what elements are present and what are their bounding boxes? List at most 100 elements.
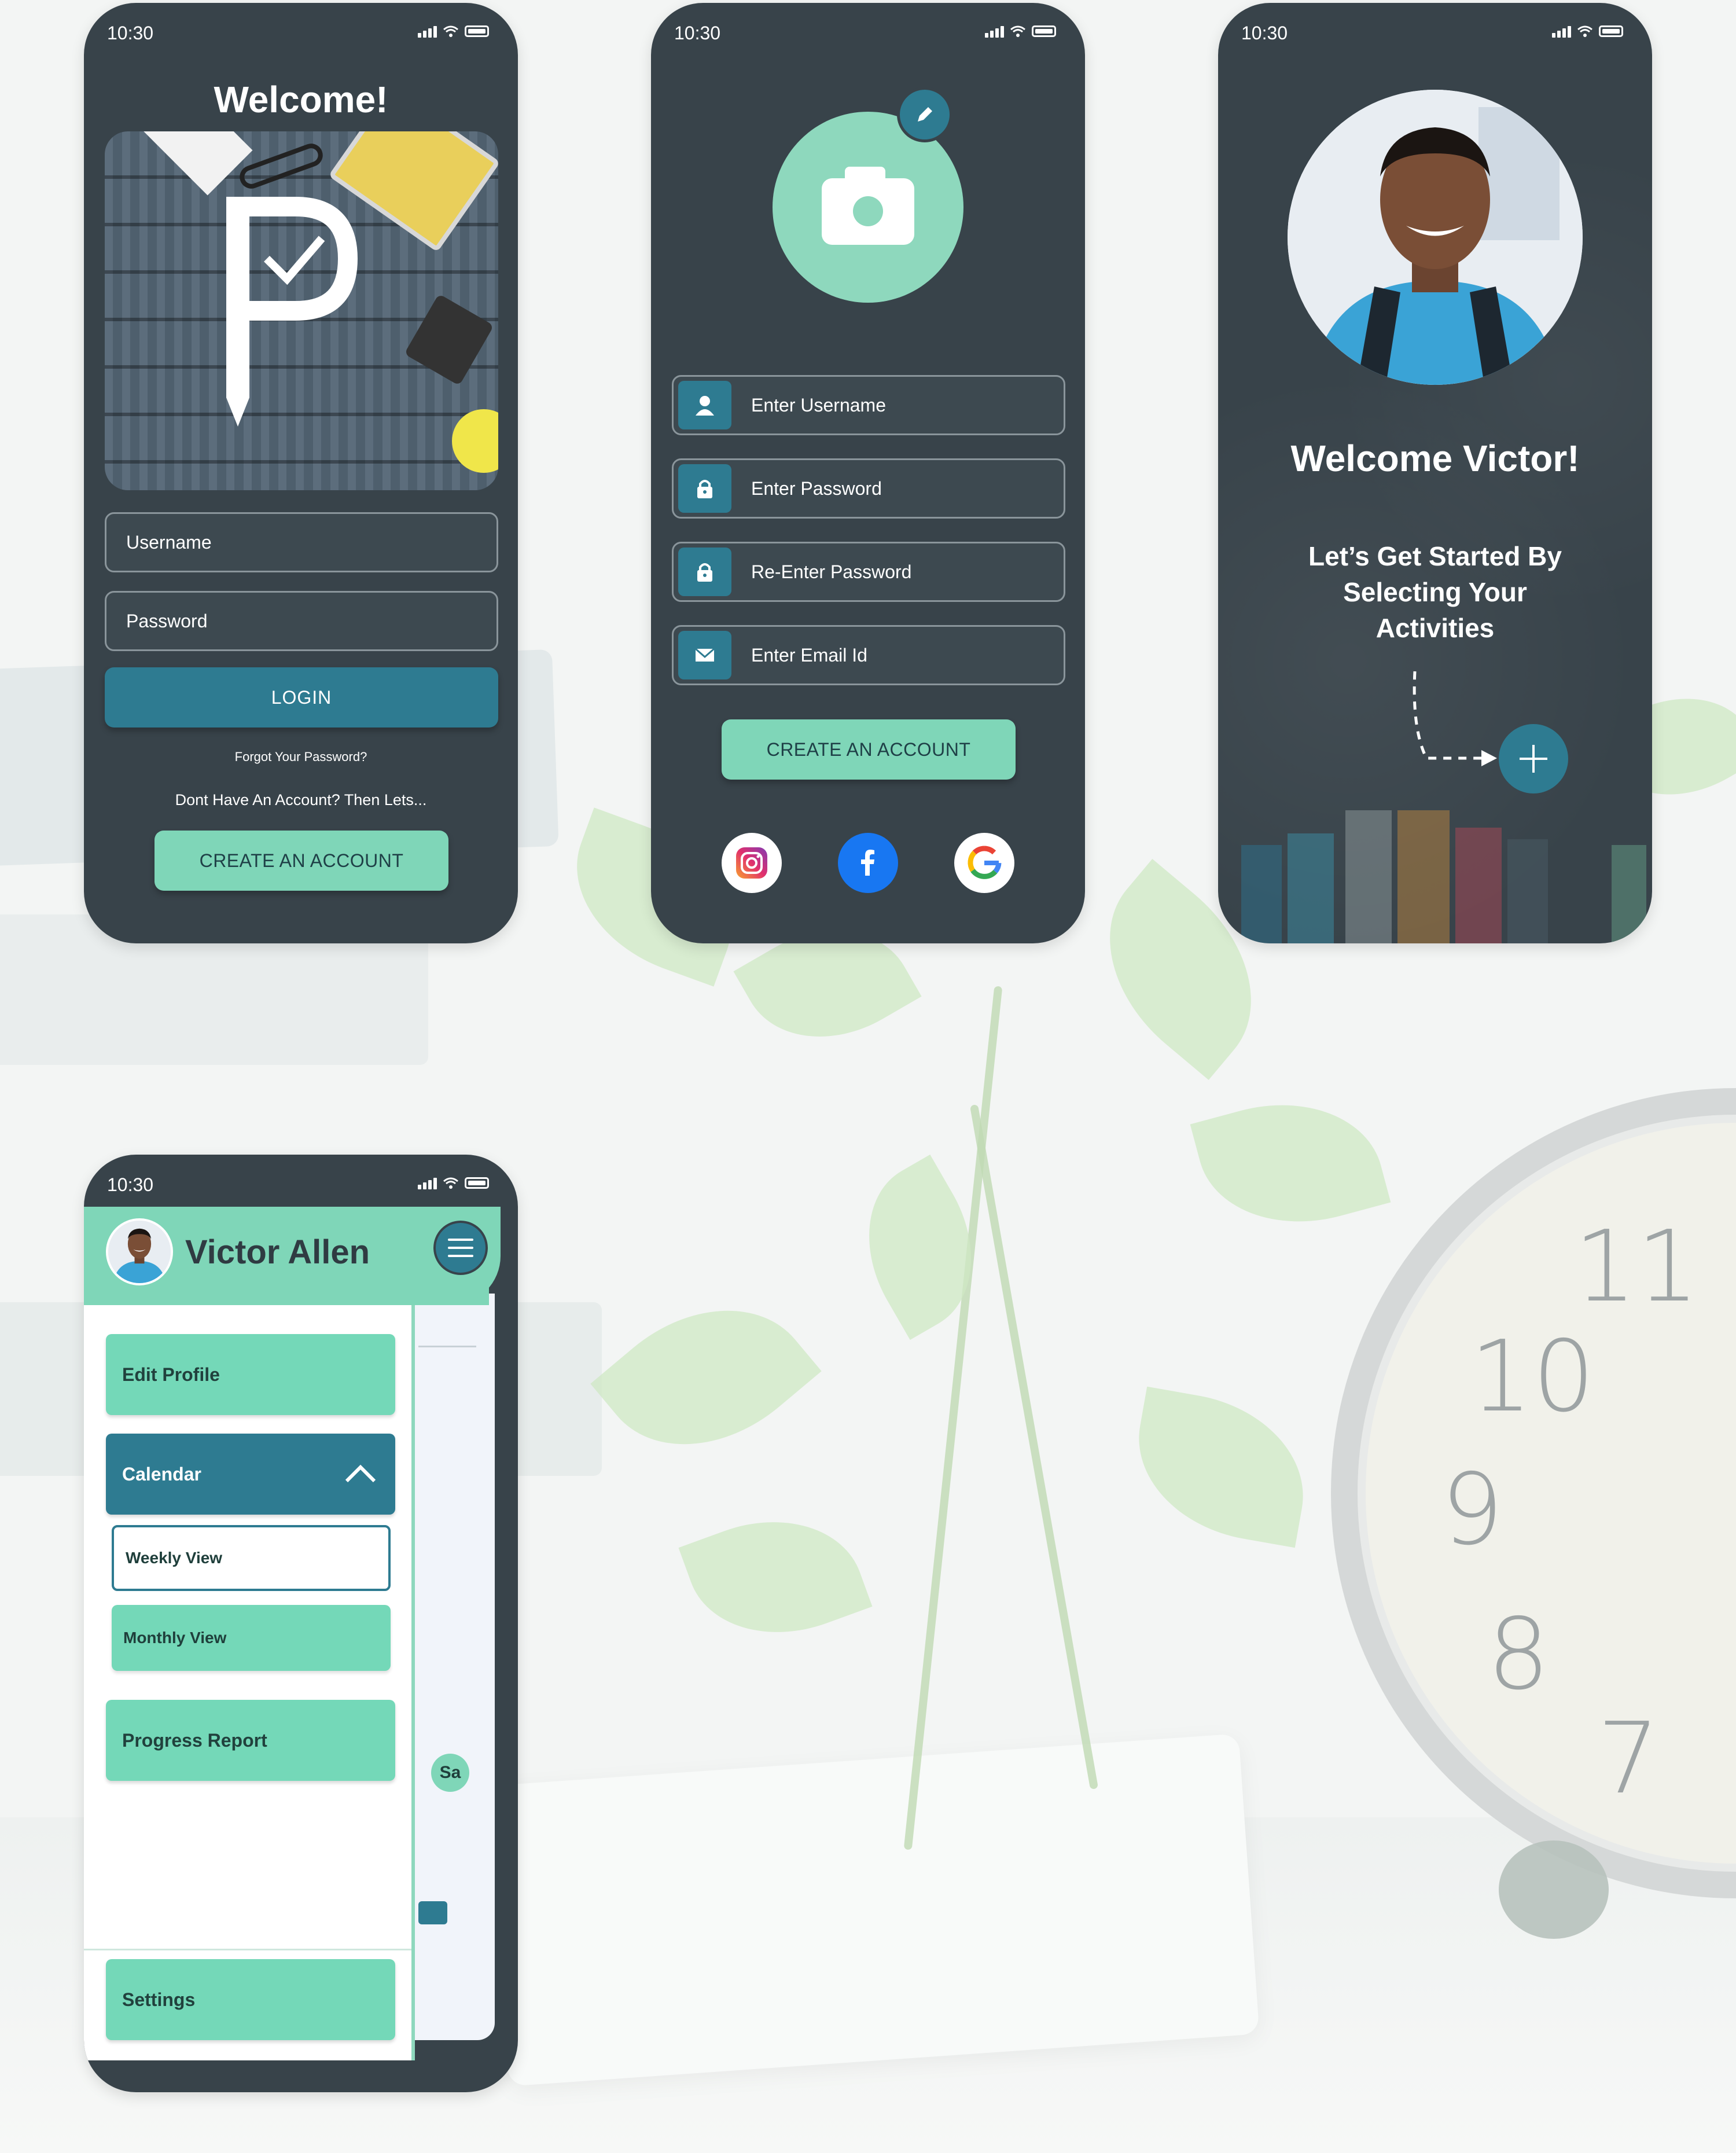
dashed-arrow-icon xyxy=(1413,671,1497,766)
clock-numeral: 11 xyxy=(1574,1210,1700,1324)
status-time: 10:30 xyxy=(107,1174,154,1195)
password-field[interactable]: Enter Password xyxy=(672,458,1065,519)
divider xyxy=(84,1949,411,1950)
plant-leaf xyxy=(590,1265,822,1490)
email-field[interactable]: Enter Email Id xyxy=(672,625,1065,685)
clock-numeral: 8 xyxy=(1487,1597,1550,1712)
battery-icon xyxy=(1599,25,1623,37)
welcome-screen: 10:30 Welcome Victor! Let’s Get Started … xyxy=(1218,3,1652,943)
plant-leaf xyxy=(1190,1079,1391,1248)
status-time: 10:30 xyxy=(1241,23,1288,43)
login-screen: 10:30 Welcome! Username Password LOGIN F… xyxy=(84,3,518,943)
user-photo xyxy=(108,1221,171,1283)
username-field[interactable]: Username xyxy=(105,512,498,572)
status-icons xyxy=(418,25,489,38)
hamburger-icon xyxy=(448,1247,473,1249)
hero-image xyxy=(105,131,498,490)
menu-item-label: Calendar xyxy=(122,1463,201,1485)
clock-numeral: 10 xyxy=(1470,1320,1595,1434)
battery-icon xyxy=(465,25,489,37)
plus-icon xyxy=(1520,745,1547,773)
status-icons xyxy=(985,25,1056,38)
google-button[interactable] xyxy=(954,833,1014,893)
wifi-icon xyxy=(1010,25,1025,37)
wifi-icon xyxy=(443,1177,458,1189)
background-content-panel xyxy=(408,1294,495,2040)
menu-item-settings[interactable]: Settings xyxy=(106,1959,395,2040)
create-account-button[interactable]: CREATE AN ACCOUNT xyxy=(722,719,1016,780)
battery-icon xyxy=(465,1177,489,1189)
clock-foot xyxy=(1499,1840,1609,1939)
plant-stem xyxy=(903,986,1003,1850)
page-title: Welcome! xyxy=(214,79,388,120)
avatar xyxy=(1288,90,1583,385)
facebook-button[interactable] xyxy=(838,833,898,893)
facebook-icon xyxy=(861,850,874,876)
login-button[interactable]: LOGIN xyxy=(105,667,498,728)
background-chip xyxy=(418,1901,447,1924)
signal-icon xyxy=(985,25,1004,38)
google-icon xyxy=(968,846,1002,879)
submenu-item-weekly-view[interactable]: Weekly View xyxy=(112,1525,391,1591)
status-icons xyxy=(1552,25,1623,38)
instagram-icon xyxy=(736,847,767,879)
field-placeholder: Enter Email Id xyxy=(751,644,867,666)
plant-leaf xyxy=(1124,1386,1318,1548)
status-time: 10:30 xyxy=(674,23,721,43)
status-icons xyxy=(418,1177,489,1189)
menu-item-calendar[interactable]: Calendar xyxy=(106,1434,395,1515)
clock-numeral: 7 xyxy=(1597,1702,1660,1816)
plant-stem xyxy=(969,1104,1099,1790)
user-icon xyxy=(678,381,731,429)
books-decoration xyxy=(1241,810,1646,943)
avatar xyxy=(106,1218,173,1285)
field-placeholder: Enter Username xyxy=(751,394,886,416)
hamburger-icon xyxy=(448,1239,473,1241)
battery-icon xyxy=(1032,25,1056,37)
signup-screen: 10:30 Enter Username Enter Password Re-E… xyxy=(651,3,1085,943)
wifi-icon xyxy=(443,25,458,37)
welcome-title: Welcome Victor! xyxy=(1290,438,1580,479)
chevron-up-icon xyxy=(345,1464,376,1483)
password-field[interactable]: Password xyxy=(105,591,498,651)
pencil-icon xyxy=(918,107,932,122)
confirm-password-field[interactable]: Re-Enter Password xyxy=(672,542,1065,602)
create-account-button[interactable]: CREATE AN ACCOUNT xyxy=(155,831,448,891)
status-time: 10:30 xyxy=(107,23,154,43)
forgot-password-link[interactable]: Forgot Your Password? xyxy=(84,749,518,765)
signal-icon xyxy=(418,25,437,38)
no-account-text: Dont Have An Account? Then Lets... xyxy=(175,791,427,809)
submenu-item-monthly-view[interactable]: Monthly View xyxy=(112,1605,391,1671)
edit-photo-button[interactable] xyxy=(897,87,952,142)
welcome-subtitle: Let’s Get Started By Selecting Your Acti… xyxy=(1308,541,1562,643)
field-placeholder: Re-Enter Password xyxy=(751,561,912,582)
envelope-icon xyxy=(678,631,731,679)
field-placeholder: Enter Password xyxy=(751,477,882,499)
clock-numeral: 9 xyxy=(1441,1453,1504,1567)
instagram-button[interactable] xyxy=(722,833,782,893)
status-bar: 10:30 xyxy=(84,3,518,55)
navigation-drawer: Edit Profile Calendar Weekly View Monthl… xyxy=(84,1305,415,2060)
status-bar: 10:30 xyxy=(1218,3,1652,55)
wifi-icon xyxy=(1577,25,1592,37)
lock-icon xyxy=(678,464,731,513)
app-logo-icon xyxy=(226,197,358,427)
menu-item-progress-report[interactable]: Progress Report xyxy=(106,1700,395,1781)
signal-icon xyxy=(1552,25,1571,38)
menu-toggle-button[interactable] xyxy=(430,1217,491,1278)
divider xyxy=(418,1346,476,1347)
user-photo xyxy=(1288,90,1583,385)
lock-icon xyxy=(678,548,731,596)
menu-item-edit-profile[interactable]: Edit Profile xyxy=(106,1334,395,1415)
signal-icon xyxy=(418,1177,437,1189)
status-bar: 10:30 xyxy=(84,1155,518,1207)
menu-screen: 10:30 Sa Victor Allen Edit Profile Calen… xyxy=(84,1155,518,2092)
status-bar: 10:30 xyxy=(651,3,1085,55)
hamburger-icon xyxy=(448,1255,473,1257)
username-field[interactable]: Enter Username xyxy=(672,375,1065,435)
day-badge[interactable]: Sa xyxy=(431,1754,469,1792)
user-name: Victor Allen xyxy=(185,1233,370,1271)
add-activity-button[interactable] xyxy=(1499,724,1568,793)
plant-leaf xyxy=(678,1492,873,1662)
background-notepad xyxy=(488,1733,1260,2086)
